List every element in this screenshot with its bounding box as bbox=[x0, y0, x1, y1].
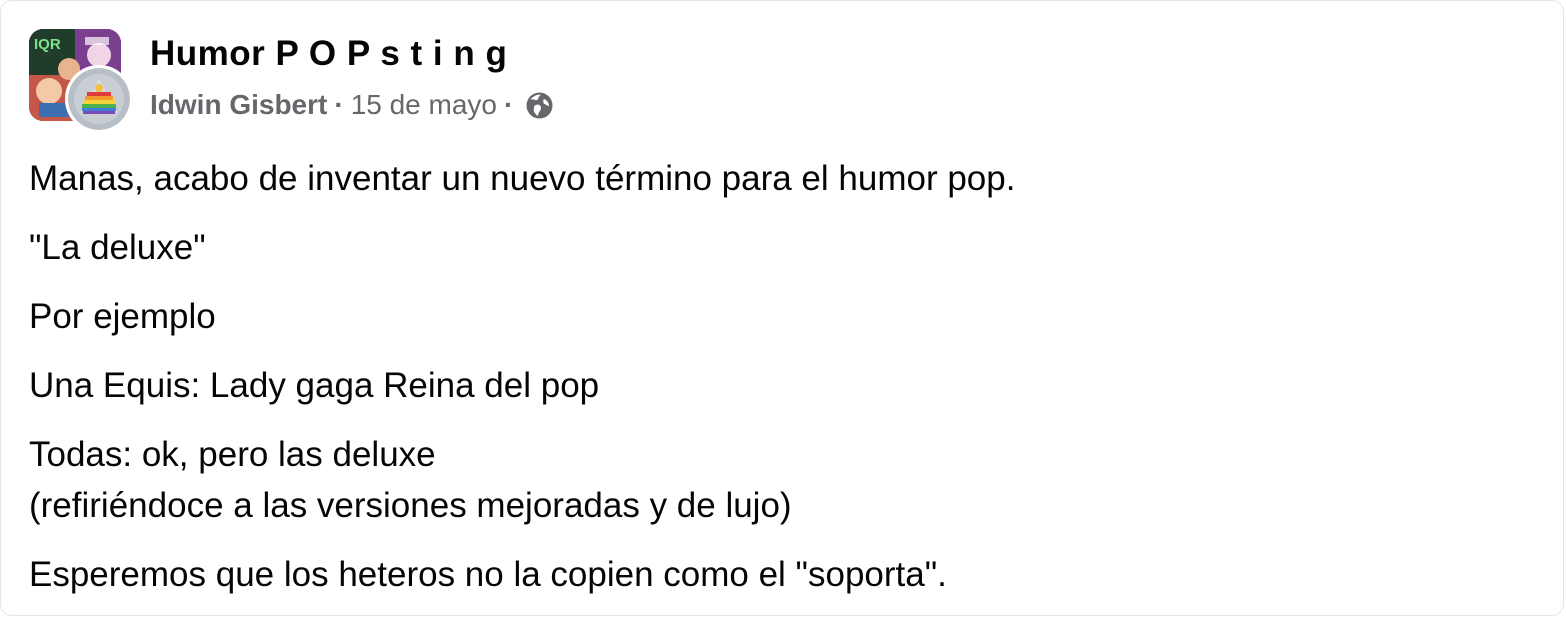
post-paragraph: Esperemos que los heteros no la copien c… bbox=[29, 555, 947, 594]
post-body: Manas, acabo de inventar un nuevo términ… bbox=[29, 153, 1529, 618]
post-card: IQR Humor P O P s t i n g Idwin Gisbert … bbox=[0, 0, 1564, 616]
post-paragraph: Manas, acabo de inventar un nuevo términ… bbox=[29, 159, 1016, 198]
svg-text:IQR: IQR bbox=[34, 36, 61, 53]
meta-separator: · bbox=[504, 89, 514, 120]
post-header: IQR Humor P O P s t i n g Idwin Gisbert … bbox=[29, 29, 929, 133]
post-date[interactable]: 15 de mayo bbox=[351, 89, 497, 121]
post-meta: Idwin Gisbert · 15 de mayo · bbox=[150, 89, 555, 121]
author-name[interactable]: Idwin Gisbert bbox=[150, 89, 327, 121]
meta-separator: · bbox=[334, 89, 344, 120]
author-avatar[interactable] bbox=[65, 65, 133, 133]
post-paragraph: "La deluxe" bbox=[29, 228, 206, 267]
post-paragraph: (refiriéndoce a las versiones mejoradas … bbox=[29, 486, 792, 525]
post-paragraph: Por ejemplo bbox=[29, 297, 216, 336]
author-avatar-image bbox=[68, 68, 130, 130]
post-paragraph: Una Equis: Lady gaga Reina del pop bbox=[29, 366, 600, 405]
post-paragraph: Todas: ok, pero las deluxe bbox=[29, 435, 436, 474]
group-name[interactable]: Humor P O P s t i n g bbox=[150, 34, 507, 74]
globe-icon[interactable] bbox=[524, 90, 555, 121]
